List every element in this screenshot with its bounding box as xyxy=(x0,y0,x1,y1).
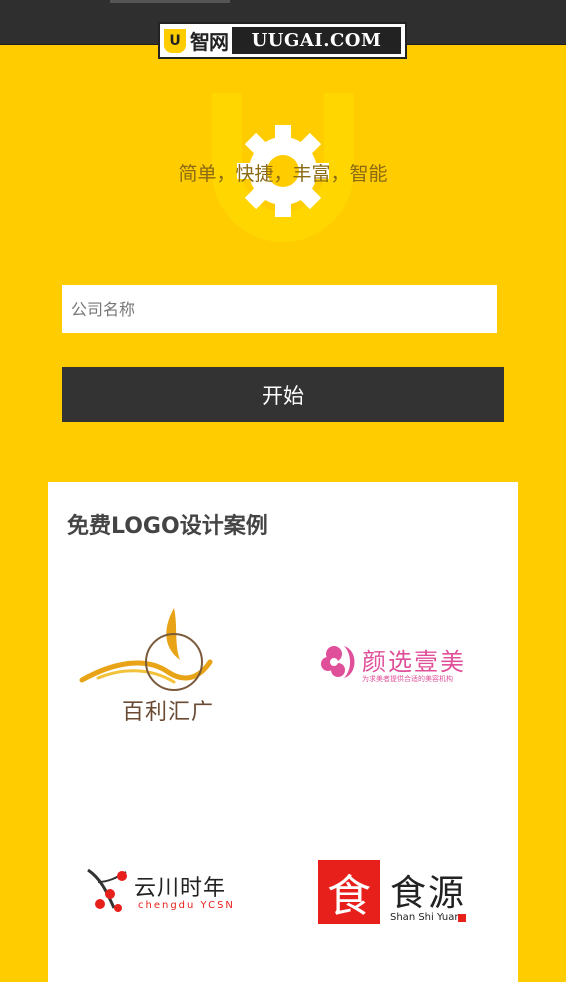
plum-blossom-icon xyxy=(87,868,127,912)
case-name-label: 云川时年 xyxy=(134,876,227,901)
red-square-icon xyxy=(458,914,466,922)
case-name-label: 百利汇广 xyxy=(122,700,215,725)
case-name-label: 颜选壹美 xyxy=(362,648,466,676)
bird-swirl-icon xyxy=(79,608,213,691)
face-flower-icon xyxy=(321,646,355,678)
status-notch xyxy=(110,0,230,3)
case-name-label: 食源 xyxy=(390,873,467,914)
logo-chinese-text: 智网 xyxy=(190,30,229,54)
case-subtitle: Shan Shi Yuan xyxy=(390,912,461,923)
logo-badge-icon: U xyxy=(164,28,186,53)
case-logo-yunchuanshinian[interactable]: 云川时年 chengdu YCSN xyxy=(86,864,256,918)
case-logo-yanxuanyimei[interactable]: 颜选壹美 为求美者提供合适的美容机构 xyxy=(318,640,478,690)
case-logo-bailihuiguang[interactable]: 百利汇广 xyxy=(78,600,228,730)
case-subtitle: chengdu YCSN xyxy=(138,900,235,911)
company-name-input[interactable] xyxy=(62,285,497,333)
hero-tagline: 简单，快捷，丰富，智能 xyxy=(178,163,388,185)
cases-title: 免费LOGO设计案例 xyxy=(67,514,268,539)
logo-cases-card: 免费LOGO设计案例 百利汇广 颜选壹美 为求美者提供合适的美容机构 云川时年 … xyxy=(48,482,518,982)
site-logo[interactable]: U 智网 UUGAI.COM xyxy=(158,22,407,59)
logo-english-text: UUGAI.COM xyxy=(232,27,401,54)
case-logo-shiyuan[interactable]: 食 食源 Shan Shi Yuan xyxy=(318,860,478,926)
start-button[interactable]: 开始 xyxy=(62,367,504,422)
red-seal-icon: 食 xyxy=(318,860,380,924)
case-tagline: 为求美者提供合适的美容机构 xyxy=(362,675,453,683)
